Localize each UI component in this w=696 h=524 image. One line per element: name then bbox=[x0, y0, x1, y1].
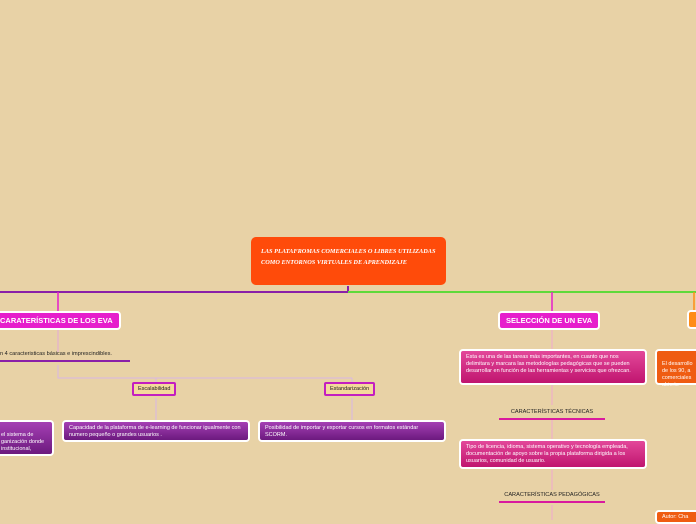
seleccion-eva-label: SELECCIÓN DE UN EVA bbox=[506, 316, 593, 325]
caracteristicas-tecnicas-label: CARACTERÍSTICAS TÉCNICAS bbox=[510, 409, 594, 415]
estandarizacion-node[interactable]: Estandarización bbox=[324, 382, 376, 396]
estandarizacion-label: Estandarización bbox=[330, 386, 370, 392]
root-title: LAS PLATAFROMAS COMERCIALES O LIBRES UTI… bbox=[261, 248, 436, 266]
caracteristicas-eva-label: CARATERÍSTICAS DE LOS EVA bbox=[0, 316, 113, 325]
caracteristicas-intro-text: n 4 caracteristicas básicas e imprescind… bbox=[0, 351, 112, 357]
far-right-leaf-text: El desarrollo de los 90, a comerciales a… bbox=[662, 361, 693, 388]
seleccion-eva-node[interactable]: SELECCIÓN DE UN EVA bbox=[498, 311, 601, 330]
escalabilidad-description-text: Capacidad de la plataforma de e-learning… bbox=[69, 425, 241, 438]
estandarizacion-description[interactable]: Posibilidad de importar y exportar curso… bbox=[258, 420, 446, 442]
far-right-bottom-leaf[interactable]: Autor: Cha bbox=[655, 510, 696, 524]
caracteristicas-tecnicas-description[interactable]: Tipo de licencia, idioma, sistema operat… bbox=[459, 439, 647, 469]
seleccion-intro-text: Esta es una de las tareas más importante… bbox=[466, 354, 631, 374]
caracteristicas-tecnicas-node[interactable]: CARACTERÍSTICAS TÉCNICAS bbox=[499, 409, 605, 420]
caracteristicas-tecnicas-description-text: Tipo de licencia, idioma, sistema operat… bbox=[466, 444, 628, 464]
root-topic[interactable]: LAS PLATAFROMAS COMERCIALES O LIBRES UTI… bbox=[251, 237, 446, 285]
escalabilidad-node[interactable]: Escalabilidad bbox=[132, 382, 177, 396]
far-right-bottom-text: Autor: Cha bbox=[662, 514, 689, 520]
caracteristicas-intro[interactable]: n 4 caracteristicas básicas e imprescind… bbox=[0, 351, 130, 362]
caracteristicas-pedagogicas-node[interactable]: CARACTERÍSTICAS PEDAGÓGICAS bbox=[499, 492, 605, 503]
seleccion-intro[interactable]: Esta es una de las tareas más importante… bbox=[459, 349, 647, 385]
cut-purple-leaf[interactable]: el sistema de ganización donde instituci… bbox=[0, 420, 54, 456]
caracteristicas-pedagogicas-label: CARACTERÍSTICAS PEDAGÓGICAS bbox=[504, 492, 600, 498]
caracteristicas-eva-node[interactable]: CARATERÍSTICAS DE LOS EVA bbox=[0, 311, 121, 330]
estandarizacion-description-text: Posibilidad de importar y exportar curso… bbox=[265, 425, 419, 438]
cut-purple-leaf-text: el sistema de ganización donde instituci… bbox=[1, 432, 45, 452]
far-right-branch-node[interactable] bbox=[687, 310, 696, 329]
far-right-leaf[interactable]: El desarrollo de los 90, a comerciales a… bbox=[655, 349, 696, 388]
escalabilidad-label: Escalabilidad bbox=[138, 386, 171, 392]
escalabilidad-description[interactable]: Capacidad de la plataforma de e-learning… bbox=[62, 420, 250, 442]
